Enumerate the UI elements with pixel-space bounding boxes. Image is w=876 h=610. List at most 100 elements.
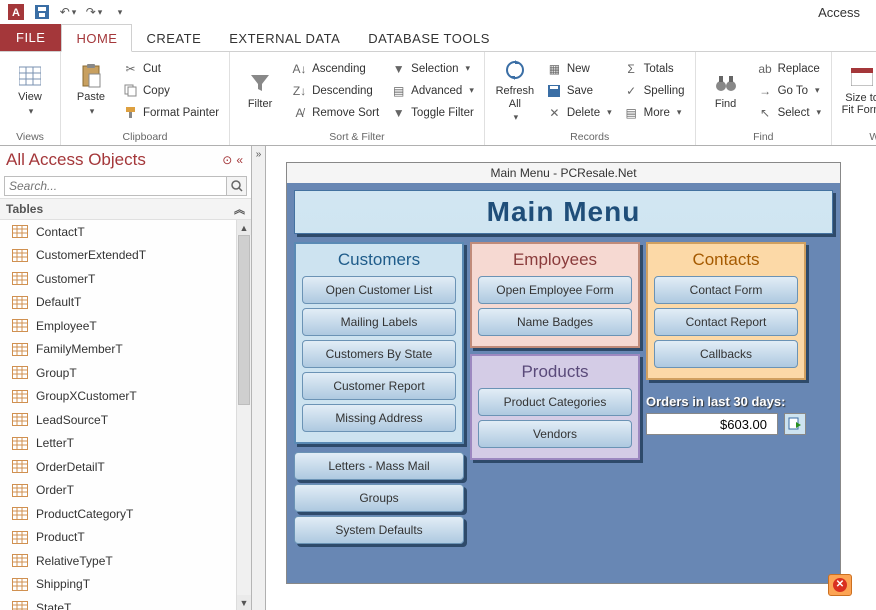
undo-icon[interactable]: ↶▾ <box>58 2 78 22</box>
employees-button[interactable]: Open Employee Form <box>478 276 632 304</box>
form-caption: Main Menu - PCResale.Net <box>287 163 840 183</box>
refresh-icon <box>502 57 528 83</box>
nav-table-item[interactable]: CustomerExtendedT <box>0 244 236 268</box>
table-name: EmployeeT <box>36 319 97 333</box>
select-button[interactable]: ↖Select▾ <box>754 102 826 123</box>
nav-table-item[interactable]: LetterT <box>0 432 236 456</box>
table-name: OrderDetailT <box>36 460 105 474</box>
nav-filter-dropdown-icon[interactable]: ⊙ <box>220 153 234 167</box>
group-label-find: Find <box>702 130 826 145</box>
scroll-thumb[interactable] <box>238 235 250 405</box>
scroll-down-icon[interactable]: ▼ <box>237 595 251 610</box>
filter-button[interactable]: Filter <box>236 55 284 125</box>
replace-button[interactable]: abReplace <box>754 58 826 79</box>
nav-table-item[interactable]: RelativeTypeT <box>0 549 236 573</box>
group-label-views: Views <box>6 130 54 145</box>
group-label-records: Records <box>491 130 689 145</box>
goto-button[interactable]: →Go To▾ <box>754 80 826 101</box>
tab-external-data[interactable]: EXTERNAL DATA <box>215 25 354 51</box>
extra-button[interactable]: Letters - Mass Mail <box>294 452 464 480</box>
new-record-button[interactable]: ▦New <box>543 58 616 79</box>
scroll-up-icon[interactable]: ▲ <box>237 220 251 235</box>
clipboard-icon <box>78 63 104 89</box>
nav-pane-title[interactable]: All Access Objects <box>6 150 220 170</box>
shutter-bar[interactable]: » <box>252 146 266 610</box>
qat-customize-icon[interactable]: ▾ <box>110 2 130 22</box>
extra-button[interactable]: Groups <box>294 484 464 512</box>
find-button[interactable]: Find <box>702 55 750 125</box>
nav-search-input[interactable] <box>5 177 226 195</box>
nav-category-label[interactable]: Tables <box>6 202 43 216</box>
products-button[interactable]: Product Categories <box>478 388 632 416</box>
nav-table-item[interactable]: FamilyMemberT <box>0 338 236 362</box>
nav-table-item[interactable]: EmployeeT <box>0 314 236 338</box>
remove-sort-button[interactable]: A̸Remove Sort <box>288 102 383 123</box>
customers-button[interactable]: Customers By State <box>302 340 456 368</box>
view-button[interactable]: View ▾ <box>6 55 54 125</box>
save-record-button[interactable]: Save <box>543 80 616 101</box>
nav-table-item[interactable]: GroupT <box>0 361 236 385</box>
nav-table-item[interactable]: StateT <box>0 596 236 610</box>
more-button[interactable]: ▤More▾ <box>620 102 689 123</box>
contacts-button[interactable]: Contact Report <box>654 308 798 336</box>
nav-table-item[interactable]: ShippingT <box>0 573 236 597</box>
delete-record-button[interactable]: ✕Delete▾ <box>543 102 616 123</box>
nav-table-item[interactable]: ProductT <box>0 526 236 550</box>
group-label-clipboard: Clipboard <box>67 130 223 145</box>
copy-button[interactable]: Copy <box>119 80 223 101</box>
selection-button[interactable]: ▼Selection▾ <box>387 58 478 79</box>
advanced-button[interactable]: ▤Advanced▾ <box>387 80 478 101</box>
replace-icon: ab <box>758 61 773 76</box>
access-app-icon: A <box>6 2 26 22</box>
tab-file[interactable]: FILE <box>0 24 61 51</box>
tab-create[interactable]: CREATE <box>132 25 215 51</box>
format-painter-button[interactable]: Format Painter <box>119 102 223 123</box>
customers-button[interactable]: Missing Address <box>302 404 456 432</box>
sort-ascending-button[interactable]: A↓Ascending <box>288 58 383 79</box>
customers-button[interactable]: Open Customer List <box>302 276 456 304</box>
cut-button[interactable]: ✂Cut <box>119 58 223 79</box>
spelling-button[interactable]: ✓Spelling <box>620 80 689 101</box>
contacts-button[interactable]: Callbacks <box>654 340 798 368</box>
close-form-button[interactable]: ✕ <box>828 574 852 596</box>
nav-scrollbar[interactable]: ▲ ▼ <box>236 220 251 610</box>
contacts-panel: Contacts Contact FormContact ReportCallb… <box>646 242 806 380</box>
totals-button[interactable]: ΣTotals <box>620 58 689 79</box>
collapse-category-icon[interactable]: ︽ <box>234 201 245 217</box>
extra-button[interactable]: System Defaults <box>294 516 464 544</box>
tab-home[interactable]: HOME <box>61 24 132 52</box>
sigma-icon: Σ <box>624 61 639 76</box>
funnel-small-icon: ▼ <box>391 61 406 76</box>
copy-icon <box>123 83 138 98</box>
paste-button[interactable]: Paste ▾ <box>67 55 115 125</box>
nav-table-item[interactable]: ContactT <box>0 220 236 244</box>
sort-desc-icon: Z↓ <box>292 83 307 98</box>
nav-table-item[interactable]: LeadSourceT <box>0 408 236 432</box>
nav-table-item[interactable]: OrderDetailT <box>0 455 236 479</box>
save-icon[interactable] <box>32 2 52 22</box>
customers-button[interactable]: Customer Report <box>302 372 456 400</box>
refresh-all-button[interactable]: Refresh All ▾ <box>491 55 539 125</box>
toggle-filter-icon: ▼ <box>391 105 406 120</box>
nav-table-item[interactable]: DefaultT <box>0 291 236 315</box>
contacts-button[interactable]: Contact Form <box>654 276 798 304</box>
sort-descending-button[interactable]: Z↓Descending <box>288 80 383 101</box>
toggle-filter-button[interactable]: ▼Toggle Filter <box>387 102 478 123</box>
size-to-fit-button[interactable]: Size to Fit Form <box>838 55 876 125</box>
redo-icon[interactable]: ↷▾ <box>84 2 104 22</box>
nav-table-item[interactable]: CustomerT <box>0 267 236 291</box>
nav-collapse-icon[interactable]: « <box>234 153 245 167</box>
customers-button[interactable]: Mailing Labels <box>302 308 456 336</box>
new-icon: ▦ <box>547 61 562 76</box>
nav-table-item[interactable]: GroupXCustomerT <box>0 385 236 409</box>
search-icon[interactable] <box>226 177 246 195</box>
employees-button[interactable]: Name Badges <box>478 308 632 336</box>
table-name: LeadSourceT <box>36 413 108 427</box>
nav-table-item[interactable]: OrderT <box>0 479 236 503</box>
orders-lookup-button[interactable] <box>784 413 806 435</box>
products-button[interactable]: Vendors <box>478 420 632 448</box>
tab-database-tools[interactable]: DATABASE TOOLS <box>354 25 504 51</box>
nav-table-item[interactable]: ProductCategoryT <box>0 502 236 526</box>
customers-panel-title: Customers <box>302 250 456 270</box>
table-name: ShippingT <box>36 577 90 591</box>
